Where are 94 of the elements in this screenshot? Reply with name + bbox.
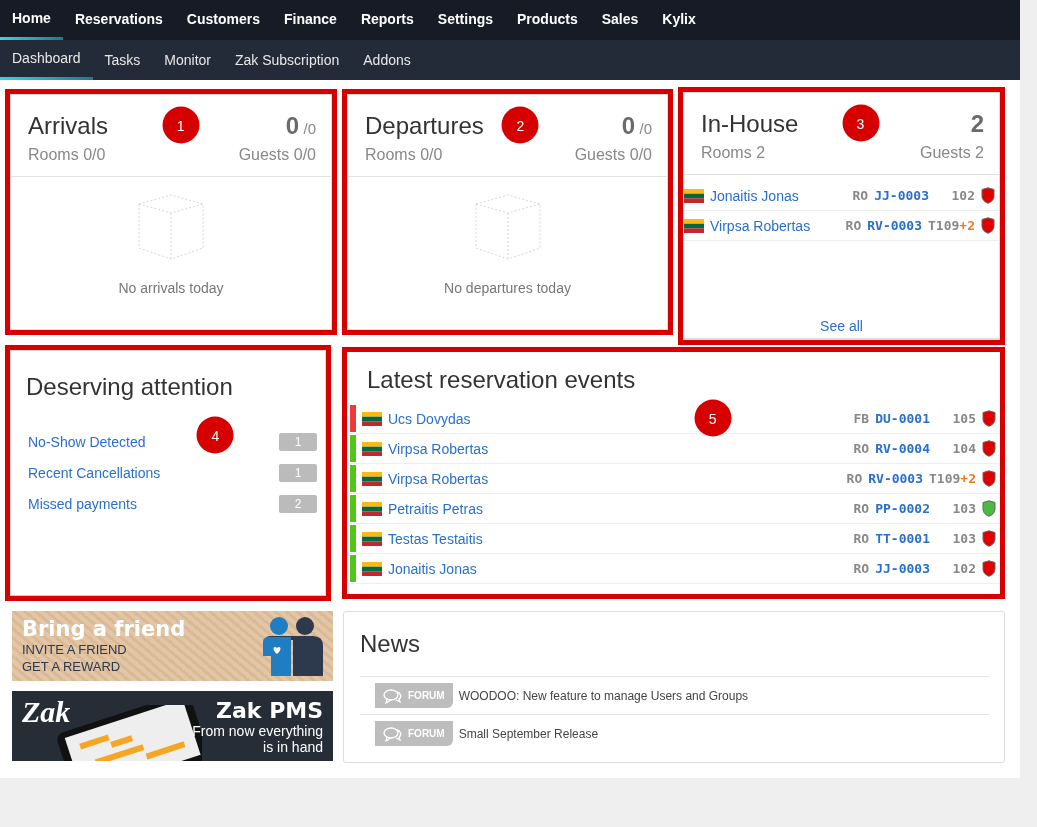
flag-icon <box>684 188 704 203</box>
rooms-count: Rooms 0/0 <box>365 146 443 164</box>
guest-name-link[interactable]: Virpsa Robertas <box>710 217 811 234</box>
board-code: FB <box>853 411 870 426</box>
reservation-code-link[interactable]: PP-0002 <box>875 501 930 516</box>
subnav-tab[interactable]: Zak Subscription <box>223 40 352 80</box>
promo-banner[interactable]: Bring a friend INVITE A FRIEND GET A REWARD <box>12 611 333 681</box>
attention-link[interactable]: Recent Cancellations <box>28 464 161 481</box>
flag-icon <box>362 531 382 546</box>
empty-box-icon <box>474 194 541 260</box>
count-badge: 2 <box>279 494 317 513</box>
flag-icon <box>684 218 704 233</box>
promo-banner[interactable]: Zak Zak PMS From now everything is in hand <box>12 691 333 761</box>
reservation-code-link[interactable]: JJ-0003 <box>875 561 930 576</box>
nav-tab[interactable]: Reports <box>348 0 426 40</box>
room-number: T109+2 <box>929 471 976 486</box>
guests-count: Guests 2 <box>919 144 984 162</box>
empty-message: No arrivals today <box>118 280 224 296</box>
banner-text: INVITE A FRIEND <box>22 641 128 658</box>
card-title: In-House <box>701 110 799 138</box>
guest-name-link[interactable]: Jonaitis Jonas <box>710 187 799 204</box>
reservation-code-link[interactable]: RV-0003 <box>868 471 924 486</box>
guests-count: Guests 0/0 <box>574 146 652 164</box>
reservation-code-link[interactable]: JJ-0003 <box>874 188 929 203</box>
nav-tab[interactable]: Reservations <box>62 0 175 40</box>
reservation-code-link[interactable]: RV-0003 <box>867 218 923 233</box>
room-number: 103 <box>951 501 976 516</box>
banner-title: Zak PMS <box>215 697 323 723</box>
card-title: Latest reservation events <box>367 366 636 393</box>
nav-tab[interactable]: Kylix <box>650 0 708 40</box>
room-number: T109+2 <box>928 218 975 233</box>
attention-link[interactable]: Missed payments <box>28 495 137 512</box>
news-link[interactable]: Small September Release <box>458 726 599 741</box>
banner-text: GET A REWARD <box>22 658 122 675</box>
banner-text: is in hand <box>263 738 323 755</box>
subnav-tab[interactable]: Tasks <box>92 40 153 80</box>
chat-bubbles-icon <box>383 687 403 704</box>
board-code: RO <box>852 188 869 203</box>
chat-bubbles-icon <box>383 725 403 742</box>
room-number: 102 <box>950 188 975 203</box>
empty-message: No departures today <box>444 280 571 296</box>
card-title: Arrivals <box>28 112 108 140</box>
room-number: 102 <box>951 561 976 576</box>
news-link[interactable]: WOODOO: New feature to manage Users and Groups <box>458 688 749 703</box>
card-title: Departures <box>365 112 484 140</box>
flag-icon <box>362 471 382 486</box>
rooms-count: Rooms 2 <box>701 144 766 162</box>
forum-tag: FORUM <box>375 721 453 746</box>
room-number: 104 <box>951 441 976 456</box>
board-code: RO <box>853 561 870 576</box>
reservation-code-link[interactable]: TT-0001 <box>875 531 930 546</box>
subnav-tab[interactable]: Dashboard <box>0 40 93 80</box>
card-title: Deserving attention <box>26 373 233 400</box>
count-badge: 1 <box>279 463 317 482</box>
flag-icon <box>362 411 382 426</box>
subnav-tab[interactable]: Monitor <box>152 40 223 80</box>
empty-box-icon <box>138 194 204 260</box>
nav-tab[interactable]: Products <box>505 0 590 40</box>
guest-name-link[interactable]: Virpsa Robertas <box>388 440 489 457</box>
nav-tab[interactable]: Finance <box>272 0 349 40</box>
rooms-count: Rooms 0/0 <box>28 146 106 164</box>
banner-text: From now everything <box>192 722 323 739</box>
guest-name-link[interactable]: Jonaitis Jonas <box>388 560 477 577</box>
count-figure: 2 <box>970 110 984 138</box>
guest-name-link[interactable]: Ucs Dovydas <box>388 410 471 427</box>
count-badge: 1 <box>279 432 317 451</box>
flag-icon <box>362 561 382 576</box>
flag-icon <box>362 441 382 456</box>
reservation-code-link[interactable]: DU-0001 <box>875 411 930 426</box>
forum-tag: FORUM <box>375 683 453 708</box>
board-code: RO <box>853 531 870 546</box>
card-title: News <box>360 630 421 658</box>
guest-name-link[interactable]: Testas Testaitis <box>388 530 483 547</box>
reservation-code-link[interactable]: RV-0004 <box>875 441 930 456</box>
room-number: 105 <box>951 411 976 426</box>
logo-text: Zak <box>22 695 71 729</box>
see-all-link[interactable]: See all <box>820 318 863 334</box>
board-code: RO <box>845 218 862 233</box>
guest-name-link[interactable]: Petraitis Petras <box>388 500 483 517</box>
count-figure: 0 /0 <box>621 112 652 140</box>
guests-count: Guests 0/0 <box>238 146 316 164</box>
guest-name-link[interactable]: Virpsa Robertas <box>388 470 489 487</box>
count-figure: 0 /0 <box>285 112 316 140</box>
board-code: RO <box>853 501 870 516</box>
attention-link[interactable]: No-Show Detected <box>28 433 146 450</box>
subnav-tab[interactable]: Addons <box>351 40 423 80</box>
flag-icon <box>362 501 382 516</box>
board-code: RO <box>853 441 870 456</box>
nav-tab[interactable]: Sales <box>589 0 651 40</box>
banner-title: Bring a friend <box>22 617 186 641</box>
room-number: 103 <box>951 531 976 546</box>
nav-tab[interactable]: Settings <box>425 0 506 40</box>
board-code: RO <box>846 471 863 486</box>
nav-tab[interactable]: Customers <box>174 0 272 40</box>
